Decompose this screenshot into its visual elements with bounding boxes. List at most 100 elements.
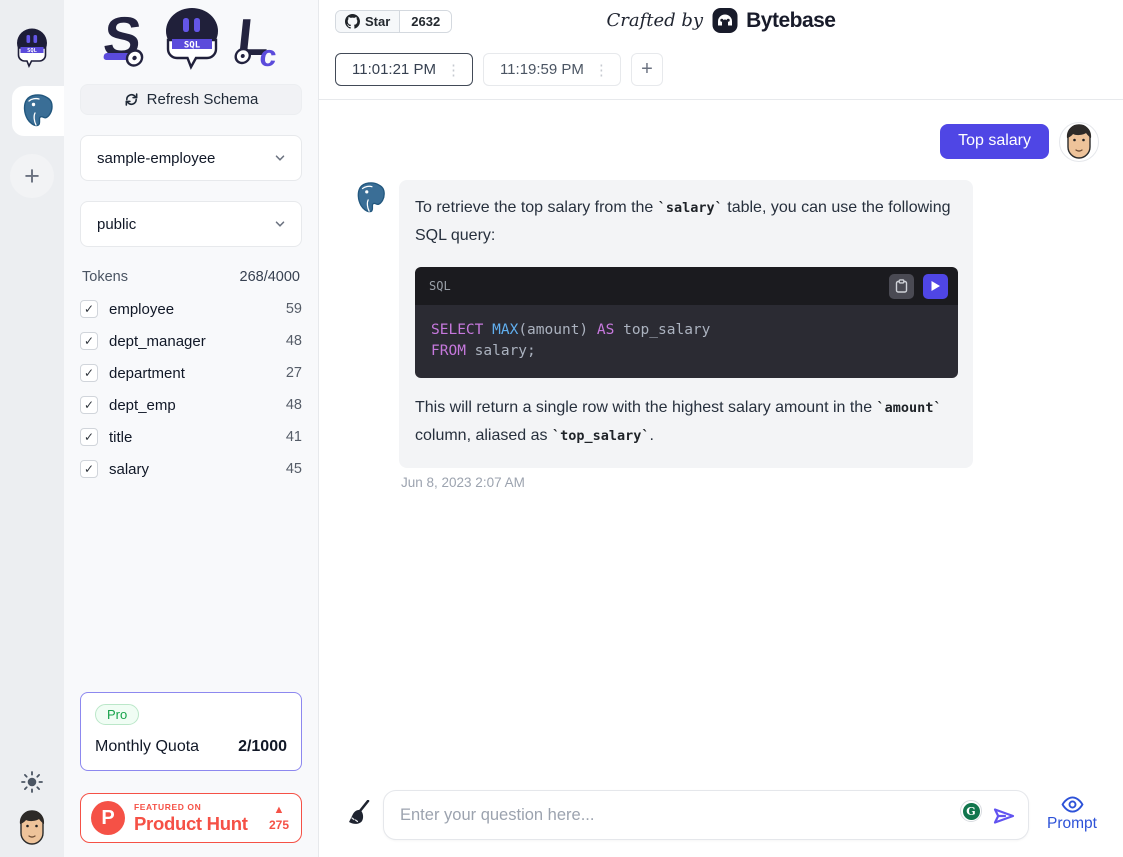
bytebase-icon [711, 7, 738, 34]
pro-badge: Pro [95, 704, 139, 725]
table-name: department [109, 365, 286, 382]
tab-menu-icon[interactable]: ⋮ [591, 61, 612, 79]
send-button[interactable] [992, 804, 1016, 831]
conversation-tabs: 11:01:21 PM ⋮ 11:19:59 PM ⋮ + [319, 44, 1123, 100]
composer: G Prompt [319, 780, 1123, 857]
message-timestamp: Jun 8, 2023 2:07 AM [401, 475, 973, 490]
github-icon [345, 14, 360, 29]
schema-sidebar: S SQL L c Refresh Schema sample-employee [64, 0, 319, 857]
quota-value: 2/1000 [238, 738, 287, 756]
svg-text:c: c [258, 40, 278, 70]
table-row: ✓ salary 45 [80, 453, 302, 485]
top-bar: Star 2632 Crafted by Bytebase [319, 0, 1123, 44]
inline-code: `salary` [658, 200, 723, 216]
quota-label: Monthly Quota [95, 738, 199, 756]
tokens-label: Tokens [82, 269, 128, 285]
run-query-button[interactable] [923, 274, 948, 299]
assistant-message-bubble: To retrieve the top salary from the `sal… [399, 180, 973, 468]
crafted-by-label: Crafted by [607, 10, 704, 31]
code-language-label: SQL [429, 272, 451, 300]
inline-code: `top_salary` [552, 428, 650, 444]
table-name: employee [109, 301, 286, 318]
table-name: dept_emp [109, 397, 286, 414]
user-message-row: Top salary [355, 122, 1099, 162]
github-star-button[interactable]: Star 2632 [335, 10, 452, 33]
svg-text:SQL: SQL [27, 48, 37, 54]
table-row: ✓ dept_manager 48 [80, 325, 302, 357]
connection-rail: SQL + [0, 0, 64, 857]
chevron-down-icon [273, 151, 287, 165]
tab-label: 11:01:21 PM [352, 61, 436, 78]
product-hunt-badge[interactable]: P FEATURED ON Product Hunt ▲ 275 [80, 793, 302, 843]
postgres-icon [21, 94, 55, 128]
tab-menu-icon[interactable]: ⋮ [443, 61, 464, 79]
prompt-button[interactable]: Prompt [1041, 796, 1103, 833]
table-checkbox[interactable]: ✓ [80, 396, 98, 414]
chat-main: Star 2632 Crafted by Bytebase 11:01:21 P… [319, 0, 1123, 857]
product-hunt-featured-label: FEATURED ON [134, 802, 260, 812]
refresh-schema-button[interactable]: Refresh Schema [80, 84, 302, 115]
profile-avatar[interactable] [15, 809, 49, 847]
table-name: title [109, 429, 286, 446]
table-name: salary [109, 461, 286, 478]
table-token-count: 48 [286, 333, 302, 349]
crafted-by-bytebase[interactable]: Crafted by Bytebase [607, 7, 836, 34]
tab-label: 11:19:59 PM [500, 61, 584, 78]
clear-conversation-broom-icon[interactable] [347, 800, 371, 826]
theme-toggle-sun-icon[interactable] [21, 771, 43, 793]
schema-select[interactable]: public [80, 201, 302, 247]
add-connection-button[interactable]: + [10, 154, 54, 198]
sql-code: SELECT MAX(amount) AS top_salaryFROM sal… [415, 305, 958, 378]
play-icon [930, 280, 941, 292]
product-hunt-votes: ▲ 275 [269, 805, 289, 832]
star-label: Star [365, 14, 390, 29]
table-row: ✓ department 27 [80, 357, 302, 389]
sql-code-block: SQL [415, 267, 958, 378]
product-hunt-icon: P [91, 801, 125, 835]
table-checkbox[interactable]: ✓ [80, 332, 98, 350]
send-icon [992, 804, 1016, 828]
database-select-value: sample-employee [97, 150, 215, 167]
copy-code-button[interactable] [889, 274, 914, 299]
question-input[interactable] [400, 806, 952, 825]
sqlchat-logo: S SQL L c [93, 6, 289, 70]
table-name: dept_manager [109, 333, 286, 350]
new-conversation-button[interactable]: + [631, 53, 663, 86]
user-avatar [1059, 122, 1099, 162]
assistant-outro-text: This will return a single row with the h… [415, 394, 952, 450]
svg-text:SQL: SQL [184, 40, 201, 50]
table-token-count: 41 [286, 429, 302, 445]
grammarly-icon[interactable]: G [960, 800, 982, 822]
table-checkbox[interactable]: ✓ [80, 428, 98, 446]
table-checkbox[interactable]: ✓ [80, 460, 98, 478]
assistant-intro-text: To retrieve the top salary from the `sal… [415, 194, 952, 250]
table-token-count: 27 [286, 365, 302, 381]
table-row: ✓ dept_emp 48 [80, 389, 302, 421]
table-checkbox[interactable]: ✓ [80, 300, 98, 318]
tokens-value: 268/4000 [240, 269, 300, 285]
refresh-icon [124, 92, 139, 107]
refresh-schema-label: Refresh Schema [147, 91, 259, 108]
conversation-tab[interactable]: 11:19:59 PM ⋮ [483, 53, 621, 86]
chat-area: Top salary To retrieve t [319, 100, 1123, 857]
sqlchat-bot-icon[interactable]: SQL [13, 26, 51, 68]
conversation-tab-active[interactable]: 11:01:21 PM ⋮ [335, 53, 473, 86]
eye-icon [1061, 796, 1084, 813]
table-checkbox[interactable]: ✓ [80, 364, 98, 382]
product-hunt-name: Product Hunt [134, 813, 260, 835]
bytebase-brand: Bytebase [746, 9, 835, 33]
connection-postgres-selected[interactable] [12, 86, 64, 136]
database-select[interactable]: sample-employee [80, 135, 302, 181]
code-block-header: SQL [415, 267, 958, 305]
assistant-message-row: To retrieve the top salary from the `sal… [355, 180, 1099, 490]
table-token-count: 48 [286, 397, 302, 413]
prompt-label: Prompt [1047, 815, 1097, 833]
user-message-bubble: Top salary [940, 124, 1049, 159]
clipboard-icon [895, 279, 908, 293]
upvote-count: 275 [269, 818, 289, 832]
tokens-row: Tokens 268/4000 [82, 269, 300, 285]
postgres-assistant-avatar [355, 182, 387, 214]
chevron-down-icon [273, 217, 287, 231]
quota-card: Pro Monthly Quota 2/1000 [80, 692, 302, 771]
table-token-count: 59 [286, 301, 302, 317]
